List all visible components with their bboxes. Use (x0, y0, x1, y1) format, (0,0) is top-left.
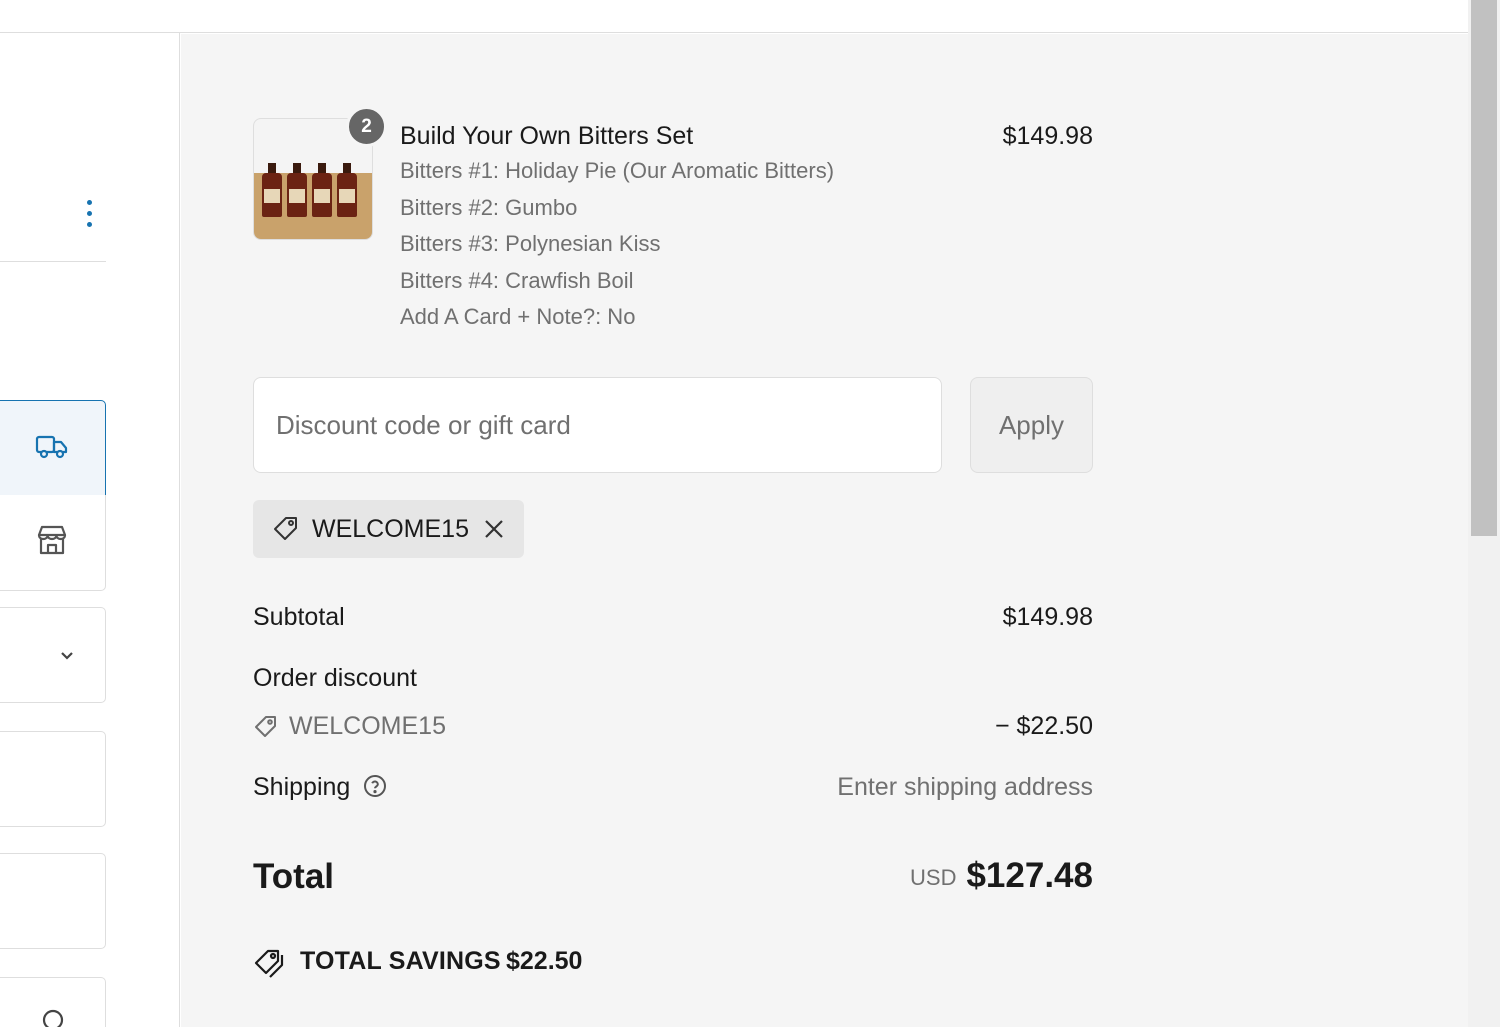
close-icon[interactable] (481, 516, 507, 542)
subtotal-label: Subtotal (253, 603, 345, 631)
total-value-wrap: USD $127.48 (910, 856, 1093, 896)
applied-discount-chip: WELCOME15 (253, 500, 524, 558)
line-item: 2 Build Your Own Bitters Set $149.98 Bit… (253, 106, 1093, 341)
form-field[interactable] (0, 853, 106, 949)
total-value: $127.48 (966, 856, 1093, 895)
order-discount-code: WELCOME15 (289, 712, 446, 740)
discount-form: Apply (253, 377, 1093, 473)
subtotal-value: $149.98 (1002, 603, 1093, 631)
tags-icon (254, 949, 284, 978)
applied-discount-code: WELCOME15 (312, 515, 469, 543)
checkout-page: 2 Build Your Own Bitters Set $149.98 Bit… (0, 0, 1500, 1027)
total-row: Total USD $127.48 (253, 852, 1093, 902)
order-discount-label: Order discount (253, 664, 417, 692)
search-icon (42, 1009, 64, 1027)
more-vertical-icon[interactable] (79, 196, 99, 230)
product-options: Bitters #1: Holiday Pie (Our Aromatic Bi… (400, 158, 834, 341)
scrollbar-thumb[interactable] (1471, 0, 1497, 536)
product-option: Bitters #3: Polynesian Kiss (400, 231, 661, 256)
checkout-form-column (0, 33, 180, 1027)
order-discount-row: Order discount (253, 664, 1093, 696)
quantity-badge: 2 (346, 106, 387, 147)
order-discount-code-row: WELCOME15 − $22.50 (253, 712, 1093, 744)
total-savings-label: TOTAL SAVINGS (300, 947, 501, 975)
help-circle-icon[interactable] (363, 774, 387, 798)
chevron-down-icon (61, 652, 73, 660)
delivery-option-pickup[interactable] (0, 495, 106, 591)
shipping-label-wrap: Shipping (253, 773, 387, 802)
shipping-label: Shipping (253, 773, 351, 801)
discount-code-input[interactable] (253, 377, 942, 473)
product-option: Bitters #2: Gumbo (400, 194, 578, 220)
order-summary-panel: 2 Build Your Own Bitters Set $149.98 Bit… (181, 34, 1468, 1027)
truck-icon (35, 435, 68, 459)
tag-icon (255, 716, 276, 737)
divider (0, 261, 106, 262)
product-option: Bitters #1: Holiday Pie (Our Aromatic Bi… (400, 158, 835, 183)
product-price: $149.98 (1002, 122, 1093, 150)
product-title: Build Your Own Bitters Set (400, 122, 694, 150)
form-field[interactable] (0, 731, 106, 827)
delivery-option-ship[interactable] (0, 400, 106, 496)
shipping-row: Shipping Enter shipping address (253, 773, 1093, 805)
total-savings-value: $22.50 (506, 947, 583, 975)
top-bar (0, 0, 1468, 33)
apply-discount-button[interactable]: Apply (970, 377, 1093, 473)
scrollbar[interactable] (1468, 0, 1500, 1027)
product-option: Add A Card + Note?: No (400, 304, 636, 329)
form-field[interactable] (0, 977, 106, 1027)
total-label: Total (253, 857, 335, 896)
subtotal-row: Subtotal $149.98 (253, 603, 1093, 635)
product-option: Bitters #4: Crawfish Boil (400, 267, 634, 293)
shipping-value: Enter shipping address (837, 773, 1093, 801)
total-currency: USD (910, 865, 957, 890)
store-icon (37, 525, 67, 555)
region-select[interactable] (0, 607, 106, 703)
order-discount-value: − $22.50 (994, 712, 1093, 740)
tag-icon (274, 517, 297, 540)
